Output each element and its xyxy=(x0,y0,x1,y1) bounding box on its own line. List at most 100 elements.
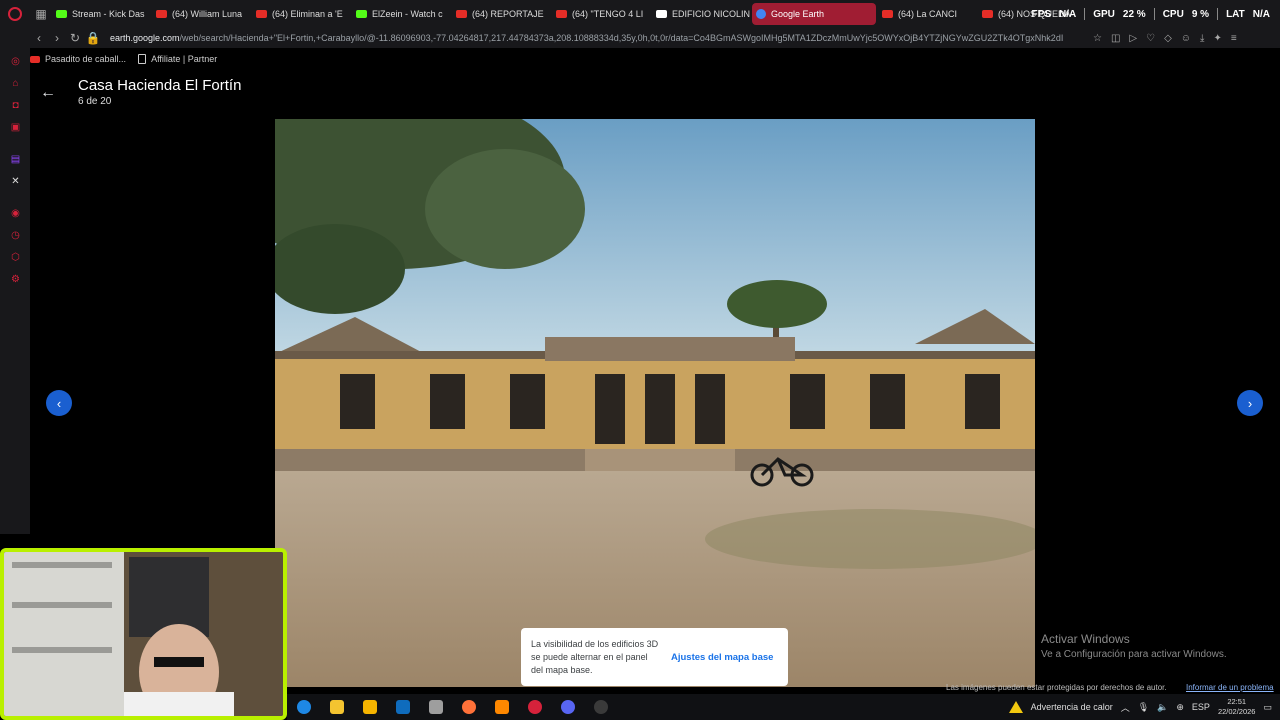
notifications-icon[interactable]: ▭ xyxy=(1263,702,1272,713)
tab-favicon-icon xyxy=(556,10,567,18)
gpu-value: 22 % xyxy=(1122,8,1146,20)
back-nav-icon[interactable]: ‹ xyxy=(30,31,48,45)
tab-label: (64) La CANCI xyxy=(898,9,958,19)
reload-icon[interactable]: ↻ xyxy=(66,31,84,45)
back-arrow-icon[interactable]: ← xyxy=(40,84,56,102)
previous-photo-button[interactable]: ‹ xyxy=(46,390,72,416)
report-problem-link[interactable]: Informar de un problema xyxy=(1186,683,1274,692)
download-icon[interactable]: ⤓ xyxy=(1200,33,1204,44)
tab-favicon-icon xyxy=(756,9,766,19)
chevron-left-icon: ‹ xyxy=(56,395,62,411)
webcam-overlay xyxy=(0,548,287,720)
bookmark-icon[interactable]: ☆ xyxy=(1093,33,1102,44)
browser-tab[interactable]: Stream - Kick Das xyxy=(52,3,150,25)
player-icon[interactable]: ▷ xyxy=(1129,33,1137,44)
browser-tab[interactable]: (64) REPORTAJE xyxy=(452,3,550,25)
windows-activation-watermark: Activar Windows Ve a Configuración para … xyxy=(1041,632,1227,660)
lat-label: LAT xyxy=(1226,8,1245,20)
x-twitter-icon[interactable]: ✕ xyxy=(10,176,21,187)
menu-icon[interactable]: ≡ xyxy=(1231,33,1237,44)
basemap-settings-link[interactable]: Ajustes del mapa base xyxy=(671,652,773,663)
outlook-icon[interactable] xyxy=(386,694,419,720)
site-info-icon[interactable]: 🔒 xyxy=(84,31,102,45)
obs-icon[interactable] xyxy=(584,694,617,720)
app-icon[interactable] xyxy=(419,694,452,720)
twitch-icon[interactable]: ▤ xyxy=(10,154,21,165)
settings-icon[interactable]: ⚙ xyxy=(10,274,21,285)
vlc-icon[interactable] xyxy=(485,694,518,720)
windows-taskbar: Advertencia de calor ︿ 🎙 🔈 ⊕ ESP 22:51 2… xyxy=(287,694,1280,720)
edge-icon[interactable] xyxy=(287,694,320,720)
tab-label: (64) REPORTAJE xyxy=(472,9,544,19)
performance-stats: FPS N/A GPU 22 % CPU 9 % LAT N/A xyxy=(1032,0,1270,28)
photo-counter: 6 de 20 xyxy=(78,96,112,107)
chevron-up-icon[interactable]: ︿ xyxy=(1121,701,1130,714)
browser-tab[interactable]: (64) William Luna xyxy=(152,3,250,25)
hacienda-photo xyxy=(275,119,1035,687)
aria-icon[interactable]: ◎ xyxy=(10,56,21,67)
tab-favicon-icon xyxy=(156,10,167,18)
tab-label: (64) Eliminan a 'E xyxy=(272,9,343,19)
store-icon[interactable] xyxy=(353,694,386,720)
discord-icon[interactable] xyxy=(551,694,584,720)
speaker-icon[interactable]: 🔈 xyxy=(1157,702,1168,713)
language-indicator[interactable]: ESP xyxy=(1192,702,1210,712)
profile-icon[interactable]: ☺ xyxy=(1181,33,1191,44)
tab-favicon-icon xyxy=(256,10,267,18)
browser-tab[interactable]: ElZeein - Watch c xyxy=(352,3,450,25)
next-photo-button[interactable]: › xyxy=(1237,390,1263,416)
browser-sidebar: ◎ ⌂ ◘ ▣ ▤ ✕ ◉ ◷ ⬡ ⚙ xyxy=(0,48,30,534)
bookmarks-bar: Pasadito de caball... Affiliate | Partne… xyxy=(30,48,217,70)
browser-tab[interactable]: EDIFICIO NICOLIN xyxy=(652,3,750,25)
tab-label: EDIFICIO NICOLIN xyxy=(672,9,750,19)
snapshot-icon[interactable]: ◫ xyxy=(1111,33,1120,44)
cpu-label: CPU xyxy=(1162,8,1184,20)
ai-icon[interactable]: ✦ xyxy=(1213,33,1221,44)
browser-tab[interactable]: (64) La CANCI xyxy=(878,3,976,25)
tab-label: Stream - Kick Das xyxy=(72,9,145,19)
opera-logo-icon[interactable] xyxy=(0,0,30,28)
forward-nav-icon[interactable]: › xyxy=(48,31,66,45)
tab-favicon-icon xyxy=(56,10,67,18)
extensions-icon[interactable]: ◇ xyxy=(1164,33,1172,44)
basemap-toast: La visibilidad de los edificios 3D se pu… xyxy=(521,628,788,686)
clock[interactable]: 22:51 22/02/2026 xyxy=(1218,697,1256,717)
firefox-icon[interactable] xyxy=(452,694,485,720)
tab-bar: ▦ Stream - Kick Das (64) William Luna (64)… xyxy=(0,0,1280,28)
folder-icon[interactable] xyxy=(320,694,353,720)
browser-tab[interactable]: Google Earth xyxy=(752,3,876,25)
browser-tab[interactable]: (64) "TENGO 4 LI xyxy=(552,3,650,25)
tab-label: (64) "TENGO 4 LI xyxy=(572,9,644,19)
history-icon[interactable]: ◷ xyxy=(10,230,21,241)
bookmark-pasadito[interactable]: Pasadito de caball... xyxy=(30,54,126,64)
fps-label: FPS xyxy=(1031,8,1051,20)
tab-label: Google Earth xyxy=(771,9,825,19)
system-tray: Advertencia de calor ︿ 🎙 🔈 ⊕ ESP 22:51 2… xyxy=(1008,694,1272,720)
tab-favicon-icon xyxy=(656,10,667,18)
tab-grid-icon[interactable]: ▦ xyxy=(30,0,52,28)
mic-icon[interactable]: 🎙 xyxy=(1138,702,1149,713)
opera-icon[interactable] xyxy=(518,694,551,720)
browser-tab[interactable]: (64) Eliminan a 'E xyxy=(252,3,350,25)
instagram-icon[interactable]: ▣ xyxy=(10,122,21,133)
heart-icon[interactable]: ♡ xyxy=(1146,33,1155,44)
toast-message: La visibilidad de los edificios 3D se pu… xyxy=(531,638,659,675)
cpu-value: 9 % xyxy=(1191,8,1210,20)
lat-value: N/A xyxy=(1252,8,1270,20)
page-title: Casa Hacienda El Fortín xyxy=(78,77,242,94)
page-icon xyxy=(138,54,147,64)
messenger-icon[interactable]: ◘ xyxy=(10,100,21,111)
weather-text[interactable]: Advertencia de calor xyxy=(1031,702,1113,712)
network-icon[interactable]: ⊕ xyxy=(1176,702,1184,713)
copyright-notice: Las imágenes pueden estar protegidas por… xyxy=(946,683,1167,692)
chevron-right-icon: › xyxy=(1247,395,1253,411)
store-icon[interactable]: ⌂ xyxy=(10,78,21,89)
tab-favicon-icon xyxy=(982,10,993,18)
youtube-icon xyxy=(30,55,40,63)
extensions-sidebar-icon[interactable]: ⬡ xyxy=(10,252,21,263)
heat-warning-icon[interactable] xyxy=(1008,701,1023,713)
bookmark-affiliate[interactable]: Affiliate | Partner xyxy=(138,54,217,64)
url-field[interactable]: earth.google.com/web/search/Hacienda+"El… xyxy=(110,33,1085,43)
tab-favicon-icon xyxy=(882,10,893,18)
player-sidebar-icon[interactable]: ◉ xyxy=(10,208,21,219)
